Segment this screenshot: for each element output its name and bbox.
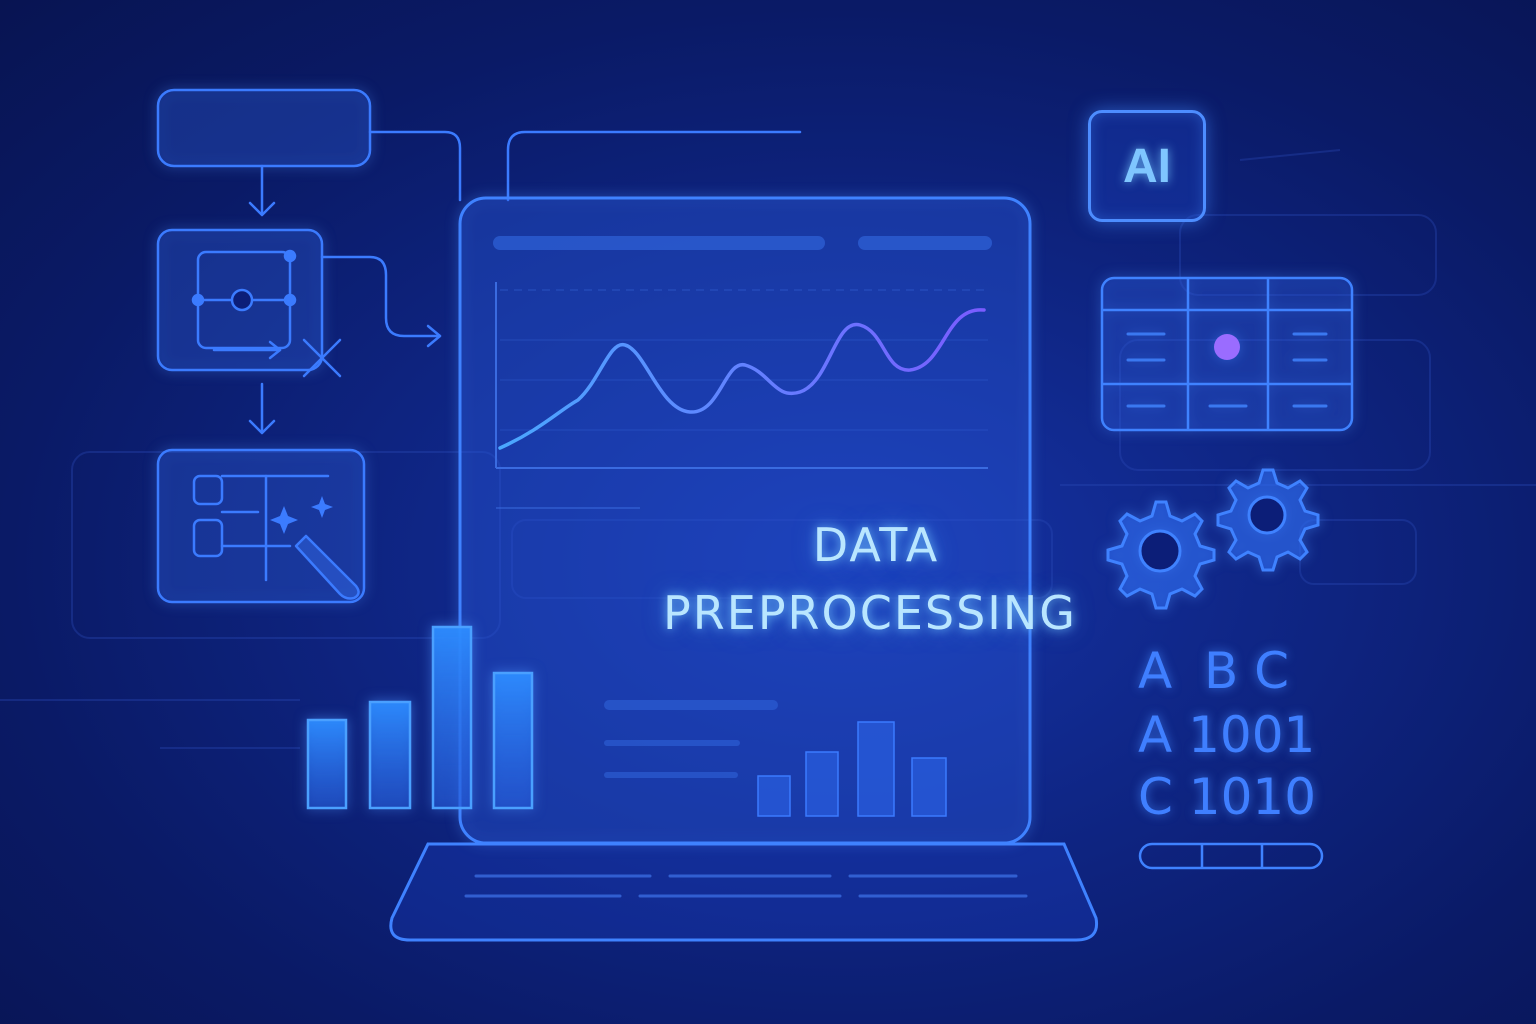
title-line-2: PREPROCESSING [663,586,1077,640]
illustration [0,88,1536,942]
ai-badge-label: AI [1123,139,1171,193]
flowchart-icon [156,88,372,604]
code-line-2: A 1001 [1138,706,1316,764]
code-line-1: A B C [1138,642,1290,700]
code-line-3: C 1010 [1138,768,1317,826]
title-line-1: DATA [812,518,940,572]
data-table-icon [1100,276,1354,432]
data-bar [1138,842,1324,870]
ai-badge: AI [1088,110,1206,222]
